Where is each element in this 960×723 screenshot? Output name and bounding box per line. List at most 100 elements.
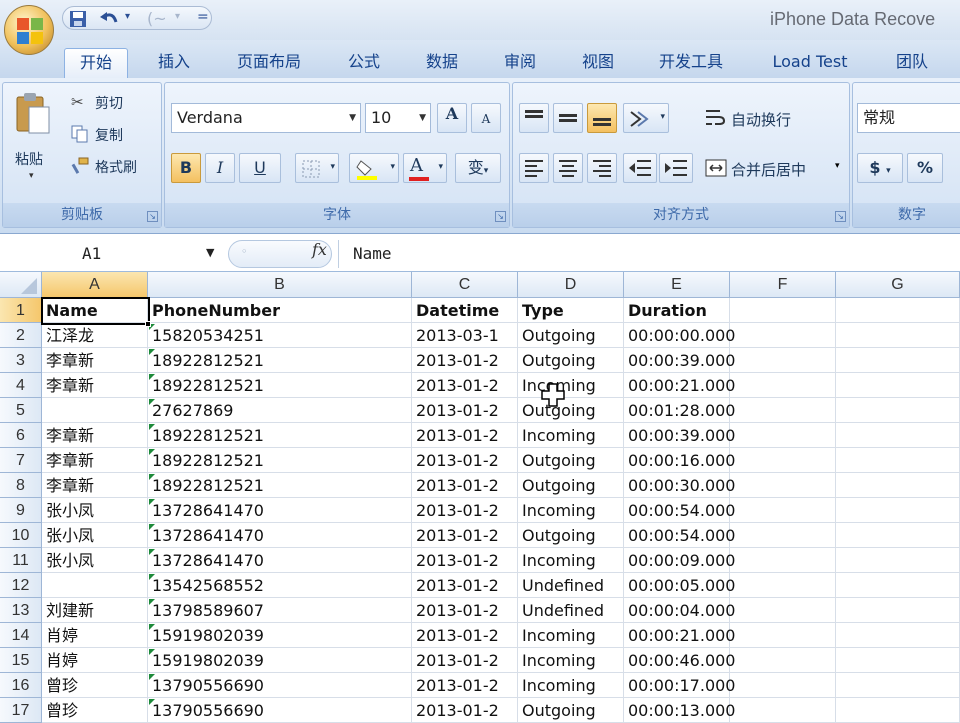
cell-phone[interactable]: 18922812521 [148,448,412,473]
cell-phone[interactable]: 13728641470 [148,498,412,523]
row-header[interactable]: 6 [0,423,42,448]
tab-formulas[interactable]: 公式 [336,48,392,78]
cell-phone[interactable]: 13798589607 [148,598,412,623]
cell-datetime[interactable]: 2013-01-2 [412,573,518,598]
cell-datetime[interactable]: 2013-01-2 [412,523,518,548]
percent-button[interactable]: % [907,153,943,183]
number-format-select[interactable]: 常规 [857,103,960,133]
shrink-font-button[interactable]: A [471,103,501,133]
cell-duration[interactable]: 00:00:21.000 [624,623,735,648]
currency-button[interactable]: $ ▾ [857,153,903,183]
cell-datetime[interactable]: 2013-01-2 [412,623,518,648]
cell-name[interactable]: 李章新 [42,373,148,398]
bold-button[interactable]: B [171,153,201,183]
cell-name[interactable] [42,398,148,423]
cell-type[interactable]: Undefined [518,598,624,623]
cell-duration[interactable]: 00:00:39.000 [624,423,735,448]
cell-phone[interactable]: 18922812521 [148,348,412,373]
orientation-button[interactable]: ▾ [623,103,669,133]
empty-cell[interactable] [730,573,836,598]
column-header-g[interactable]: G [836,272,960,298]
cell-duration[interactable]: 00:00:16.000 [624,448,735,473]
undo-icon[interactable] [99,10,119,28]
cell-type[interactable]: Outgoing [518,323,624,348]
cell-datetime[interactable]: 2013-01-2 [412,423,518,448]
cell-name[interactable]: 李章新 [42,448,148,473]
align-middle-button[interactable] [553,103,583,133]
cell-duration[interactable]: 00:00:13.000 [624,698,735,723]
empty-cell[interactable] [836,623,960,648]
align-left-button[interactable] [519,153,549,183]
cell-duration[interactable]: 00:00:46.000 [624,648,735,673]
cell-datetime[interactable]: 2013-01-2 [412,348,518,373]
row-header[interactable]: 15 [0,648,42,673]
redo-dropdown-icon[interactable]: ▾ [175,11,180,22]
cell-datetime[interactable]: 2013-01-2 [412,448,518,473]
cell-duration[interactable]: 00:00:00.000 [624,323,735,348]
header-cell-datetime[interactable]: Datetime [412,298,518,323]
tab-home[interactable]: 开始 [64,48,128,78]
paste-button[interactable]: 粘贴 ▾ [11,91,55,181]
cell-duration[interactable]: 00:00:05.000 [624,573,735,598]
cell-phone[interactable]: 13790556690 [148,673,412,698]
empty-cell[interactable] [836,648,960,673]
cell-duration[interactable]: 00:00:54.000 [624,523,735,548]
formula-input[interactable]: Name [338,240,958,268]
tab-review[interactable]: 审阅 [492,48,548,78]
empty-cell[interactable] [836,598,960,623]
cell-duration[interactable]: 00:00:04.000 [624,598,735,623]
cell-type[interactable]: Incoming [518,648,624,673]
row-header[interactable]: 11 [0,548,42,573]
cell-phone[interactable]: 13728641470 [148,523,412,548]
insert-function-icon[interactable]: fx [312,240,327,259]
empty-cell[interactable] [836,473,960,498]
empty-cell[interactable] [730,298,836,323]
empty-cell[interactable] [836,698,960,723]
underline-button[interactable]: U [239,153,281,183]
empty-cell[interactable] [836,523,960,548]
empty-cell[interactable] [730,473,836,498]
row-header[interactable]: 9 [0,498,42,523]
grow-font-button[interactable]: A [437,103,467,133]
cell-name[interactable]: 江泽龙 [42,323,148,348]
cell-duration[interactable]: 00:01:28.000 [624,398,735,423]
office-button[interactable] [4,5,54,55]
tab-load-test[interactable]: Load Test [758,48,862,78]
merge-center-button[interactable]: 合并后居中 ▾ [703,153,849,183]
italic-button[interactable]: I [205,153,235,183]
align-top-button[interactable] [519,103,549,133]
empty-cell[interactable] [730,648,836,673]
empty-cell[interactable] [730,523,836,548]
empty-cell[interactable] [730,498,836,523]
align-bottom-button[interactable] [587,103,617,133]
cell-type[interactable]: Outgoing [518,448,624,473]
row-header[interactable]: 16 [0,673,42,698]
cell-type[interactable]: Undefined [518,573,624,598]
cell-type[interactable]: Outgoing [518,473,624,498]
cell-type[interactable]: Incoming [518,498,624,523]
row-header[interactable]: 10 [0,523,42,548]
cell-duration[interactable]: 00:00:21.000 [624,373,735,398]
font-color-button[interactable]: A ▾ [403,153,447,183]
empty-cell[interactable] [836,448,960,473]
cell-datetime[interactable]: 2013-01-2 [412,598,518,623]
cell-name[interactable]: 李章新 [42,423,148,448]
cell-datetime[interactable]: 2013-03-1 [412,323,518,348]
row-header[interactable]: 5 [0,398,42,423]
tab-view[interactable]: 视图 [570,48,626,78]
cell-datetime[interactable]: 2013-01-2 [412,548,518,573]
empty-cell[interactable] [730,598,836,623]
cell-phone[interactable]: 15919802039 [148,623,412,648]
cell-datetime[interactable]: 2013-01-2 [412,398,518,423]
empty-cell[interactable] [730,623,836,648]
cell-name[interactable]: 张小凤 [42,498,148,523]
cell-phone[interactable]: 18922812521 [148,423,412,448]
cell-phone[interactable]: 13790556690 [148,698,412,723]
font-family-select[interactable]: Verdana ▼ [171,103,361,133]
empty-cell[interactable] [730,423,836,448]
header-cell-phone[interactable]: PhoneNumber [148,298,412,323]
cell-name[interactable]: 曾珍 [42,698,148,723]
cell-type[interactable]: Incoming [518,373,624,398]
cell-type[interactable]: Outgoing [518,698,624,723]
cell-datetime[interactable]: 2013-01-2 [412,473,518,498]
